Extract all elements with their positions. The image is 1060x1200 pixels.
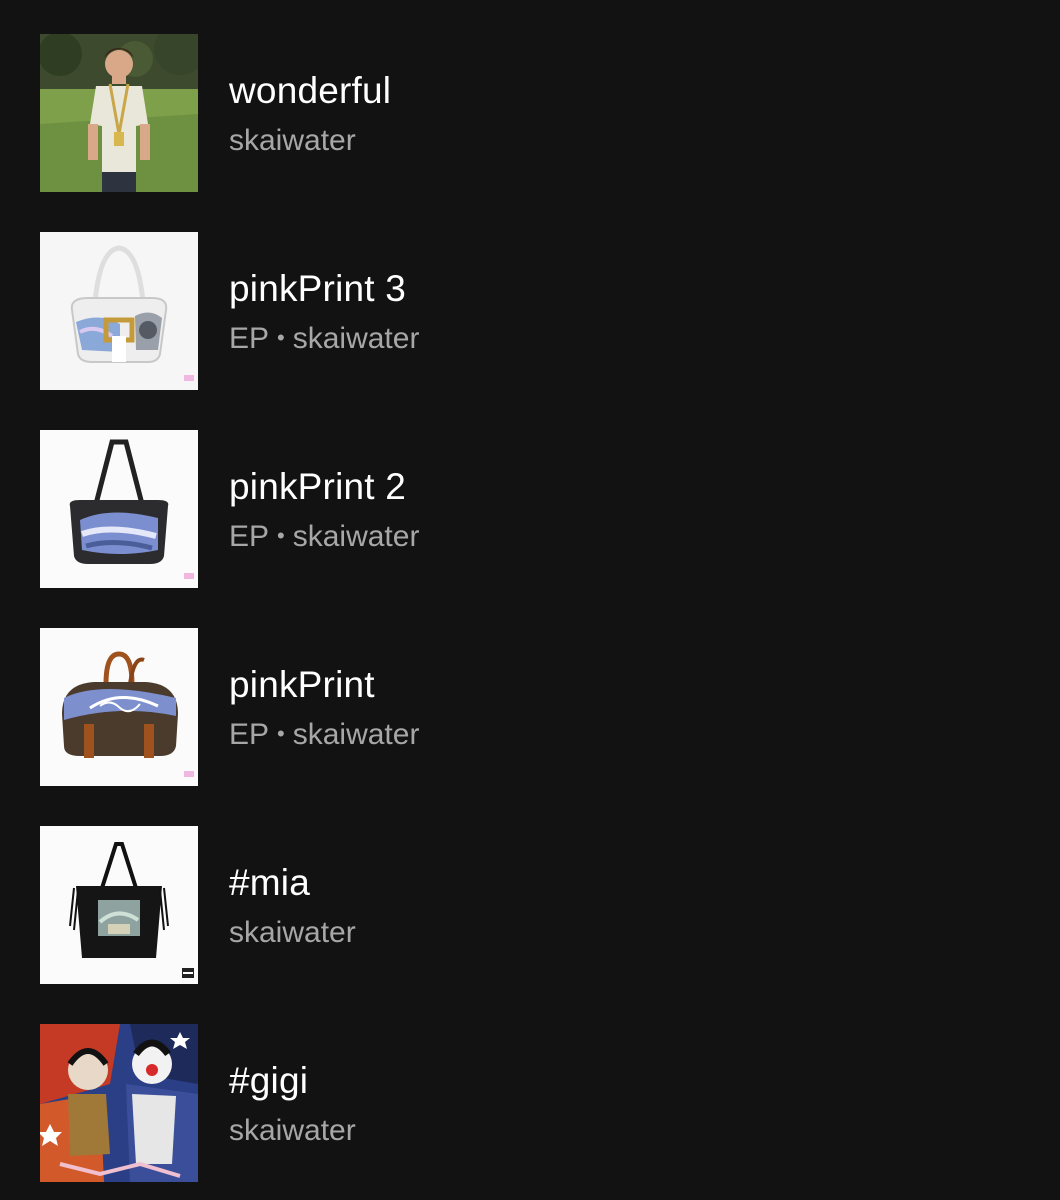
- release-artist: skaiwater: [229, 1114, 356, 1147]
- list-item[interactable]: pinkPrint 3 EP • skaiwater: [0, 198, 1060, 396]
- release-artist: skaiwater: [292, 322, 420, 355]
- release-type: EP: [229, 322, 270, 355]
- list-item[interactable]: #mia skaiwater: [0, 792, 1060, 990]
- list-item[interactable]: pinkPrint 2 EP • skaiwater: [0, 396, 1060, 594]
- fringe-bag-cover-icon: [40, 826, 198, 984]
- release-title: #mia: [229, 862, 310, 903]
- painting-cover-icon: [40, 1024, 198, 1182]
- subtitle-separator: •: [277, 325, 285, 350]
- release-title: wonderful: [229, 70, 392, 111]
- list-item[interactable]: wonderful skaiwater: [0, 0, 1060, 198]
- release-title: #gigi: [229, 1060, 309, 1101]
- release-artist: skaiwater: [292, 718, 420, 751]
- release-subtitle: skaiwater: [229, 1114, 356, 1148]
- boy-in-field-cover-icon: [40, 34, 198, 192]
- release-subtitle: skaiwater: [229, 124, 356, 158]
- release-type: EP: [229, 520, 270, 553]
- release-title: pinkPrint 3: [229, 268, 407, 309]
- release-title: pinkPrint: [229, 664, 375, 705]
- black-handbag-cover-icon: [40, 430, 198, 588]
- white-handbag-cover-icon: [40, 232, 198, 390]
- release-list: wonderful skaiwater pinkPrint 3 EP • skaiw…: [0, 0, 1060, 1200]
- release-subtitle: skaiwater: [229, 916, 356, 950]
- subtitle-separator: •: [277, 721, 285, 746]
- subtitle-separator: •: [277, 523, 285, 548]
- release-subtitle: EP • skaiwater: [229, 322, 419, 356]
- release-title: pinkPrint 2: [229, 466, 407, 507]
- release-artist: skaiwater: [229, 916, 356, 949]
- release-subtitle: EP • skaiwater: [229, 718, 419, 752]
- release-artist: skaiwater: [229, 124, 356, 157]
- release-subtitle: EP • skaiwater: [229, 520, 419, 554]
- duffel-bag-cover-icon: [40, 628, 198, 786]
- release-artist: skaiwater: [292, 520, 420, 553]
- list-item[interactable]: pinkPrint EP • skaiwater: [0, 594, 1060, 792]
- list-item[interactable]: #gigi skaiwater: [0, 990, 1060, 1188]
- release-type: EP: [229, 718, 270, 751]
